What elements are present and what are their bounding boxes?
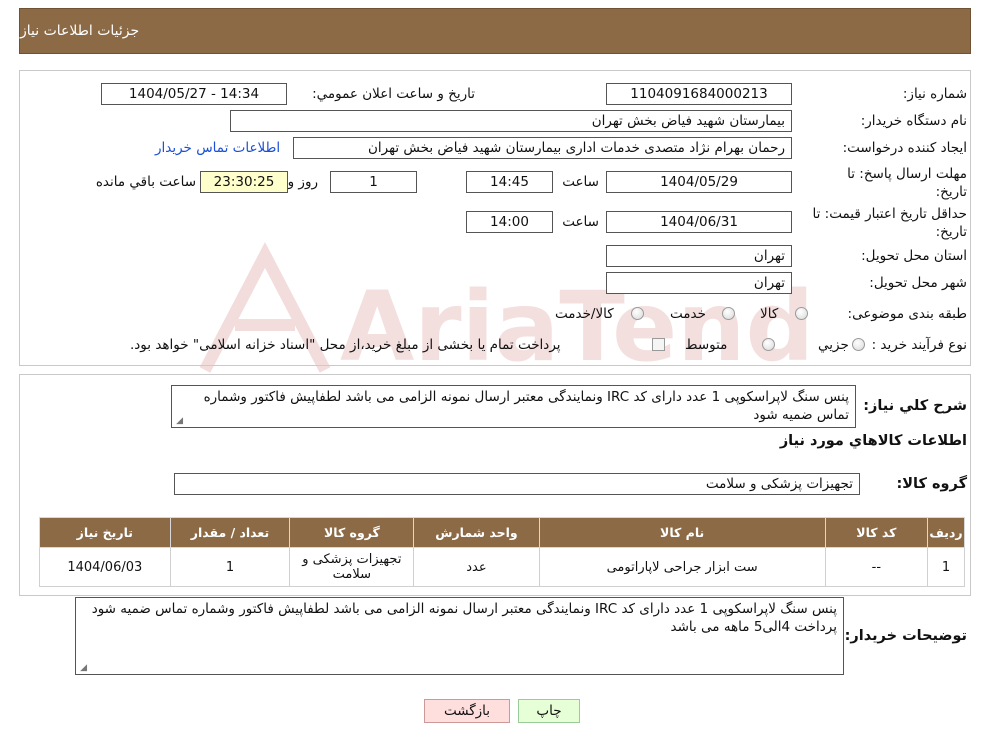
category-option-service: خدمت [670, 306, 706, 322]
description-textarea[interactable]: پنس سنگ لاپراسکوپی 1 عدد دارای کد IRC ون… [171, 385, 856, 428]
validity-time-field: 14:00 [466, 211, 553, 233]
deadline-label-date: تاريخ: [935, 184, 967, 200]
need-number-label: شماره نياز: [902, 86, 967, 102]
col-goods-name: نام کالا [538, 517, 826, 548]
category-radio-goods-service[interactable] [631, 307, 644, 320]
col-quantity: تعداد / مقدار [169, 517, 291, 548]
category-option-goods-service: کالا/خدمت [555, 306, 614, 322]
cell-goods-group: تجهیزات پزشکی و سلامت [289, 547, 415, 587]
need-number-field: 1104091684000213 [606, 83, 792, 105]
buyer-notes-label: توضيحات خريدار: [844, 628, 967, 644]
buyer-org-label: نام دستگاه خريدار: [860, 113, 967, 129]
cell-need-date: 1404/06/03 [39, 547, 171, 587]
process-radio-medium[interactable] [762, 338, 775, 351]
col-goods-group: گروه کالا [289, 517, 415, 548]
category-label: طبقه بندی موضوعی: [847, 306, 967, 322]
city-field: تهران [606, 272, 792, 294]
col-goods-code: کد کالا [824, 517, 929, 548]
table-row[interactable]: 1 -- ست ابزار جراحی لاپاراتومی عدد تجهیز… [39, 547, 965, 587]
deadline-date-field: 1404/05/29 [606, 171, 792, 193]
description-text: پنس سنگ لاپراسکوپی 1 عدد دارای کد IRC ون… [203, 389, 849, 423]
announce-field: 1404/05/27 - 14:34 [101, 83, 287, 105]
deadline-time-label: ساعت [562, 174, 599, 190]
days-label: روز و [287, 174, 318, 190]
goods-group-field: تجهیزات پزشکی و سلامت [174, 473, 860, 495]
category-radio-goods[interactable] [795, 307, 808, 320]
buyer-org-field: بیمارستان شهید فیاض بخش تهران [230, 110, 792, 132]
deadline-time-field: 14:45 [466, 171, 553, 193]
resize-handle-icon[interactable]: ◢ [78, 664, 87, 673]
buyer-notes-textarea[interactable]: پنس سنگ لاپراسکوپی 1 عدد دارای کد IRC ون… [75, 597, 844, 675]
print-button[interactable]: چاپ [518, 699, 580, 723]
cell-unit: عدد [413, 547, 540, 587]
remaining-time-field: 23:30:25 [200, 171, 288, 193]
validity-label-date: تاريخ: [935, 224, 967, 240]
process-option-minor: جزيي [818, 337, 849, 353]
page-header: جزئيات اطلاعات نياز [19, 8, 971, 54]
process-note: پرداخت تمام يا بخشی از مبلغ خريد،از محل … [130, 337, 561, 353]
buyer-notes-text: پنس سنگ لاپراسکوپی 1 عدد دارای کد IRC ون… [91, 601, 837, 635]
goods-section-title: اطلاعات کالاهاي مورد نياز [779, 433, 967, 449]
category-radio-service[interactable] [722, 307, 735, 320]
validity-label: حداقل تاريخ اعتبار قيمت: تا [812, 206, 967, 222]
goods-table-wrapper: رديف کد کالا نام کالا واحد شمارش گروه کا… [39, 517, 965, 587]
requester-label: ايجاد کننده درخواست: [842, 140, 967, 156]
province-field: تهران [606, 245, 792, 267]
goods-table: رديف کد کالا نام کالا واحد شمارش گروه کا… [39, 517, 965, 587]
page-title: جزئيات اطلاعات نياز [20, 23, 140, 39]
col-need-date: تاريخ نياز [39, 517, 171, 548]
col-row-number: رديف [927, 517, 965, 548]
process-label: نوع فرآيند خريد : [871, 337, 967, 353]
goods-group-label: گروه کالا: [896, 476, 967, 492]
buyer-contact-link[interactable]: اطلاعات تماس خريدار [155, 140, 280, 156]
back-button[interactable]: بازگشت [424, 699, 510, 723]
description-label: شرح کلي نياز: [863, 398, 967, 414]
process-radio-minor[interactable] [852, 338, 865, 351]
cell-quantity: 1 [169, 547, 291, 587]
city-label: شهر محل تحويل: [869, 275, 967, 291]
process-option-medium: متوسط [685, 337, 728, 353]
validity-date-field: 1404/06/31 [606, 211, 792, 233]
deadline-label: مهلت ارسال پاسخ: تا [847, 166, 967, 182]
cell-row-number: 1 [927, 547, 965, 587]
requester-field: رحمان بهرام نژاد متصدی خدمات اداری بیمار… [293, 137, 792, 159]
cell-goods-name: ست ابزار جراحی لاپاراتومی [538, 547, 826, 587]
category-option-goods: کالا [760, 306, 779, 322]
validity-time-label: ساعت [562, 214, 599, 230]
cell-goods-code: -- [824, 547, 929, 587]
province-label: استان محل تحويل: [861, 248, 967, 264]
announce-label: تاريخ و ساعت اعلان عمومي: [312, 86, 475, 102]
days-field: 1 [330, 171, 417, 193]
col-unit: واحد شمارش [413, 517, 540, 548]
table-header-row: رديف کد کالا نام کالا واحد شمارش گروه کا… [39, 517, 965, 548]
resize-handle-icon[interactable]: ◢ [174, 417, 183, 426]
remaining-label: ساعت باقي مانده [95, 174, 196, 190]
treasury-checkbox[interactable] [652, 338, 665, 351]
